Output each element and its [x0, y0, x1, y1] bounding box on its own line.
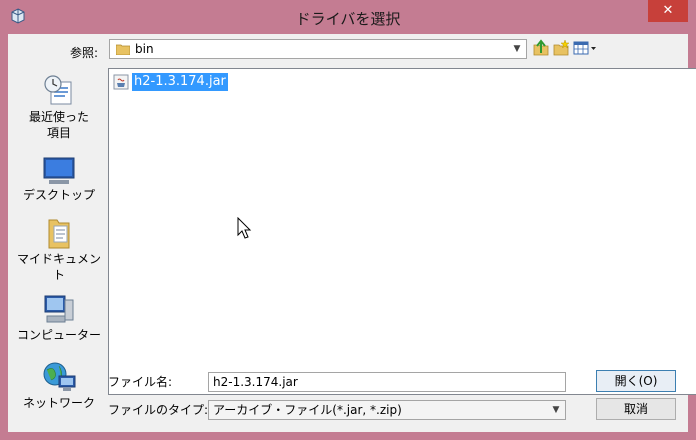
look-in-dropdown[interactable]: bin ▼ [109, 39, 527, 59]
place-network[interactable]: ネットワーク [14, 360, 104, 410]
place-documents[interactable]: マイドキュメン ト [14, 216, 104, 282]
window-title: ドライバを選択 [295, 10, 401, 28]
chevron-down-icon[interactable]: ▼ [547, 401, 565, 419]
close-button[interactable]: ✕ [648, 0, 688, 22]
desktop-icon [43, 157, 75, 184]
open-button[interactable]: 開く(O) [596, 370, 676, 392]
up-folder-icon[interactable] [532, 39, 550, 57]
look-in-label: 参照: [70, 46, 99, 60]
title-bar[interactable]: ドライバを選択 ✕ [0, 0, 696, 34]
file-list[interactable]: h2-1.3.174.jar [108, 68, 696, 395]
dialog-body: 参照: bin ▼ 最近使った 項目 デスクトップ マイドキュメン ト コンピュ… [8, 34, 696, 432]
list-item[interactable]: h2-1.3.174.jar [113, 73, 228, 91]
folder-icon [116, 44, 130, 55]
place-recent-items[interactable]: 最近使った 項目 [14, 74, 104, 140]
cancel-button[interactable]: 取消 [596, 398, 676, 420]
recent-items-icon [44, 75, 72, 105]
place-desktop[interactable]: デスクトップ [14, 156, 104, 202]
file-chooser-window: ドライバを選択 ✕ 参照: bin ▼ 最近使った 項目 デスクトップ マイドキ… [0, 0, 696, 440]
view-menu-icon[interactable] [572, 39, 598, 57]
file-name: h2-1.3.174.jar [132, 73, 228, 91]
filename-input[interactable]: h2-1.3.174.jar [208, 372, 566, 392]
look-in-value: bin [135, 42, 154, 56]
jar-file-icon [113, 74, 129, 90]
documents-icon [48, 219, 70, 249]
place-computer[interactable]: コンピューター [14, 294, 104, 342]
mouse-cursor-icon [237, 217, 252, 239]
filetype-dropdown[interactable]: アーカイブ・ファイル(*.jar, *.zip) ▼ [208, 400, 566, 420]
places-bar: 最近使った 項目 デスクトップ マイドキュメン ト コンピューター ネットワーク [14, 68, 104, 428]
filetype-value: アーカイブ・ファイル(*.jar, *.zip) [213, 403, 402, 417]
network-icon [43, 362, 76, 391]
new-folder-icon[interactable] [552, 39, 570, 57]
computer-icon [44, 295, 74, 323]
chevron-down-icon[interactable]: ▼ [508, 40, 526, 58]
filename-label: ファイル名: [108, 375, 173, 389]
filetype-label: ファイルのタイプ: [108, 403, 209, 417]
